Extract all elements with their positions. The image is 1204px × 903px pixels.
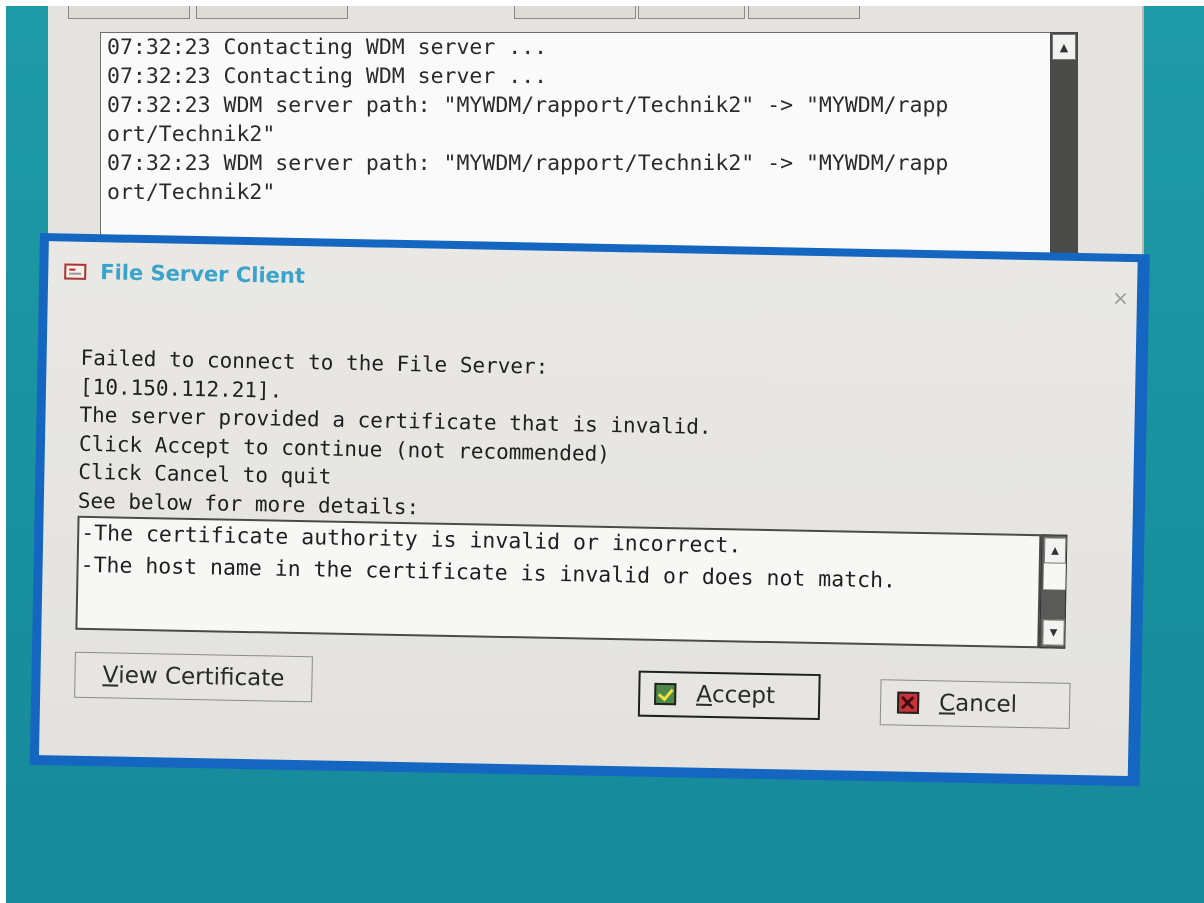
view-certificate-button[interactable]: View Certificate [74,651,313,703]
close-icon[interactable]: × [1112,286,1129,310]
scroll-track[interactable] [1043,563,1066,590]
log-line: 07:32:23 WDM server path: "MYWDM/rapport… [107,151,949,176]
mnemonic-letter: V [102,662,119,689]
app-window-icon [64,263,87,280]
log-line: 07:32:23 Contacting WDM server ... [107,64,548,89]
check-icon [654,682,677,706]
scroll-down-button[interactable]: ▼ [1042,619,1065,646]
dialog-title: File Server Client [100,260,306,289]
error-message: Failed to connect to the File Server: [10… [78,344,981,532]
tab[interactable] [514,6,636,19]
tab[interactable] [748,6,860,19]
log-line: 07:32:23 Contacting WDM server ... [107,35,548,60]
button-label: ancel [954,690,1018,718]
arrow-up-icon: ▲ [1051,544,1060,557]
accept-button[interactable]: Accept [637,670,821,721]
tab[interactable] [638,6,745,19]
log-line: 07:32:23 WDM server path: "MYWDM/rapport… [107,93,949,118]
log-line: ort/Technik2" [107,122,276,147]
details-scrollbar[interactable]: ▲ ▼ [1039,534,1068,649]
mnemonic-letter: A [696,681,713,708]
tab-strip [68,6,888,20]
scroll-up-button[interactable]: ▲ [1052,34,1076,60]
mnemonic-letter: C [938,690,956,717]
log-line: ort/Technik2" [107,180,276,205]
button-label: iew Certificate [118,662,285,692]
tab[interactable] [68,6,190,19]
cancel-button[interactable]: Cancel [879,679,1071,729]
dialog-body: File Server Client × Failed to connect t… [38,241,1138,776]
x-icon [896,691,920,714]
arrow-up-icon: ▲ [1059,40,1069,54]
log-window: 07:32:23 Contacting WDM server ... 07:32… [48,6,1144,274]
button-label: ccept [711,681,776,710]
log-scrollbar[interactable]: ▲ [1050,32,1078,264]
desktop-background: 07:32:23 Contacting WDM server ... 07:32… [6,6,1204,903]
file-server-client-dialog: File Server Client × Failed to connect t… [29,233,1150,787]
details-textarea[interactable]: -The certificate authority is invalid or… [75,515,1042,649]
dialog-titlebar[interactable]: File Server Client × [48,241,1138,322]
scroll-up-button[interactable]: ▲ [1043,537,1067,564]
arrow-down-icon: ▼ [1049,626,1058,639]
tab[interactable] [196,6,348,19]
